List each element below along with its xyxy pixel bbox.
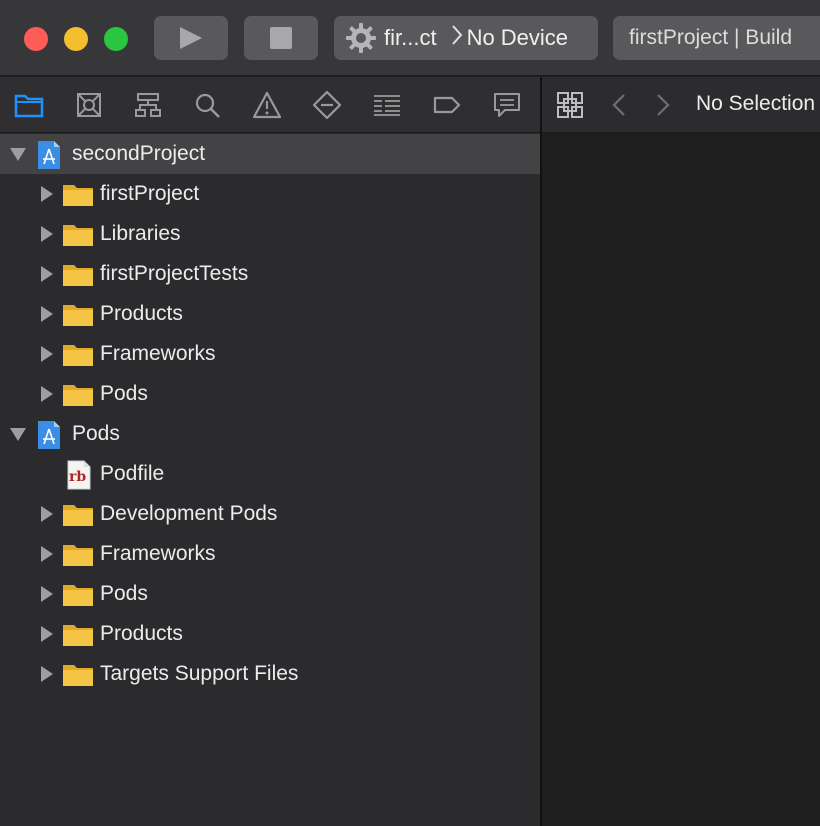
tree-row-label: Libraries — [100, 222, 181, 245]
tree-row-label: Products — [100, 622, 183, 645]
folder-icon — [62, 540, 93, 568]
tree-row-label: Pods — [72, 422, 120, 445]
tree-row-file[interactable]: rb Podfile — [0, 454, 540, 494]
back-chevron-icon[interactable] — [610, 93, 628, 122]
search-icon — [195, 93, 220, 118]
activity-viewer: firstProject | Build — [613, 16, 820, 60]
tree-row-label: Products — [100, 302, 183, 325]
disclosure-collapsed-icon[interactable] — [38, 666, 54, 682]
warning-icon — [252, 91, 282, 119]
disclosure-collapsed-icon[interactable] — [38, 386, 54, 402]
tree-row-folder[interactable]: Products — [0, 614, 540, 654]
disclosure-collapsed-icon[interactable] — [38, 306, 54, 322]
stop-button[interactable] — [244, 16, 318, 60]
folder-icon — [62, 380, 93, 408]
folder-icon — [62, 180, 93, 208]
scheme-name: fir...ct — [384, 25, 437, 50]
play-icon — [180, 27, 202, 49]
tree-row-folder[interactable]: firstProjectTests — [0, 254, 540, 294]
tab-report-navigator[interactable] — [492, 90, 522, 120]
minimize-window-button[interactable] — [64, 27, 88, 51]
gear-icon — [344, 21, 378, 55]
disclosure-collapsed-icon[interactable] — [38, 586, 54, 602]
tree-row-folder[interactable]: Pods — [0, 574, 540, 614]
folder-icon — [62, 660, 93, 688]
xcode-project-icon — [36, 420, 66, 449]
tree-row-folder[interactable]: Products — [0, 294, 540, 334]
stop-icon — [270, 27, 292, 49]
symbol-hierarchy-icon — [135, 93, 161, 117]
scheme-selector[interactable]: fir...ct No Device — [334, 16, 598, 60]
folder-icon — [62, 220, 93, 248]
destination-name[interactable]: No Device — [467, 25, 568, 51]
folder-icon — [62, 340, 93, 368]
navigator-tab-bar — [0, 77, 540, 133]
zoom-window-button[interactable] — [104, 27, 128, 51]
tree-row-label: Targets Support Files — [100, 662, 299, 685]
close-window-button[interactable] — [24, 27, 48, 51]
tree-row-folder[interactable]: Pods — [0, 374, 540, 414]
report-icon — [494, 93, 520, 117]
tree-row-label: Podfile — [100, 462, 165, 485]
disclosure-collapsed-icon[interactable] — [38, 546, 54, 562]
tab-issue-navigator[interactable] — [252, 90, 282, 120]
tree-row-label: Frameworks — [100, 542, 216, 565]
disclosure-collapsed-icon[interactable] — [38, 226, 54, 242]
folder-icon — [62, 580, 93, 608]
ruby-file-icon: rb — [66, 460, 96, 490]
tab-breakpoint-navigator[interactable] — [432, 90, 462, 120]
breakpoint-icon — [433, 96, 461, 114]
xcode-project-icon — [36, 140, 66, 169]
tree-row-folder[interactable]: Development Pods — [0, 494, 540, 534]
tree-row-project[interactable]: Pods — [0, 414, 540, 454]
tab-find-navigator[interactable] — [192, 90, 222, 120]
file-type-badge: rb — [69, 469, 87, 485]
disclosure-collapsed-icon[interactable] — [38, 186, 54, 202]
tab-project-navigator[interactable] — [14, 90, 44, 120]
tree-row-folder[interactable]: firstProject — [0, 174, 540, 214]
related-items-icon[interactable] — [556, 91, 584, 124]
tree-row-folder[interactable]: Libraries — [0, 214, 540, 254]
tree-row-label: Frameworks — [100, 342, 216, 365]
folder-icon — [14, 94, 44, 118]
tree-row-label: secondProject — [72, 142, 206, 165]
editor-area: No Selection — [542, 77, 820, 826]
tab-source-control[interactable] — [74, 90, 104, 120]
folder-icon — [62, 260, 93, 288]
tree-row-label: firstProjectTests — [100, 262, 249, 285]
folder-icon — [62, 300, 93, 328]
project-navigator: secondProject firstProject Libraries firstP… — [0, 77, 540, 826]
tree-row-label: Pods — [100, 382, 148, 405]
jumpbar-path[interactable]: No Selection — [696, 92, 815, 116]
tab-debug-navigator[interactable] — [372, 90, 402, 120]
tree-row-label: Pods — [100, 582, 148, 605]
tree-row-label: Development Pods — [100, 502, 278, 525]
file-tree: secondProject firstProject Libraries firstP… — [0, 134, 540, 694]
disclosure-expanded-icon[interactable] — [10, 426, 26, 442]
tree-row-folder[interactable]: Targets Support Files — [0, 654, 540, 694]
tab-test-navigator[interactable] — [312, 90, 342, 120]
tree-row-label: firstProject — [100, 182, 200, 205]
test-diamond-icon — [312, 90, 342, 120]
tree-row-project[interactable]: secondProject — [0, 134, 540, 174]
tree-row-folder[interactable]: Frameworks — [0, 334, 540, 374]
folder-icon — [62, 620, 93, 648]
disclosure-collapsed-icon[interactable] — [38, 346, 54, 362]
tree-row-folder[interactable]: Frameworks — [0, 534, 540, 574]
disclosure-collapsed-icon[interactable] — [38, 626, 54, 642]
tab-symbol-navigator[interactable] — [133, 90, 163, 120]
chevron-right-icon — [451, 24, 463, 52]
folder-icon — [62, 500, 93, 528]
debug-list-icon — [374, 95, 400, 116]
disclosure-collapsed-icon[interactable] — [38, 506, 54, 522]
jump-bar: No Selection — [542, 77, 820, 133]
run-button[interactable] — [154, 16, 228, 60]
window-toolbar: fir...ct No Device firstProject | Build — [0, 0, 820, 76]
source-control-icon — [77, 93, 101, 117]
forward-chevron-icon[interactable] — [654, 93, 672, 122]
disclosure-expanded-icon[interactable] — [10, 146, 26, 162]
disclosure-collapsed-icon[interactable] — [38, 266, 54, 282]
